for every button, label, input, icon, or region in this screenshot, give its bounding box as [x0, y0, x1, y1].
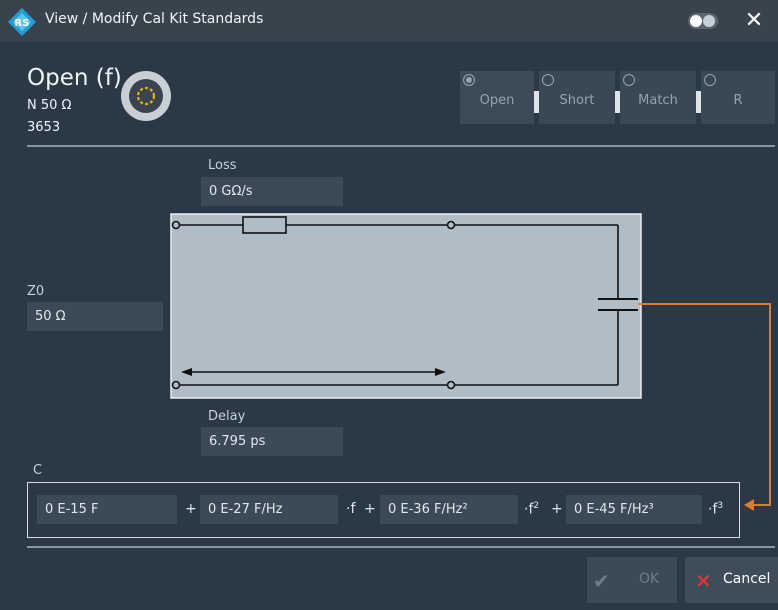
plus-2: + [364, 501, 376, 517]
f-term-1: ·f [346, 501, 356, 517]
f-term-3: ·f3 [708, 501, 724, 518]
divider [27, 546, 775, 548]
c1-input[interactable]: 0 E-27 F/Hz [200, 495, 338, 524]
c-label: C [33, 463, 43, 478]
cancel-label: Cancel [723, 571, 771, 587]
ok-button[interactable]: ✔ OK [587, 557, 677, 603]
cancel-button[interactable]: ✕ Cancel [685, 557, 778, 603]
ok-label: OK [639, 571, 660, 587]
cal-kit-standards-dialog: RS View / Modify Cal Kit Standards ✕ Ope… [0, 0, 778, 610]
cross-icon: ✕ [695, 569, 712, 593]
plus-1: + [185, 501, 197, 517]
f-term-2: ·f2 [524, 501, 540, 518]
delay-label: Delay [208, 409, 246, 424]
delay-input[interactable]: 6.795 ps [201, 427, 343, 456]
plus-3: + [551, 501, 563, 517]
c2-input[interactable]: 0 E-36 F/Hz² [380, 495, 518, 524]
c3-input[interactable]: 0 E-45 F/Hz³ [566, 495, 702, 524]
c0-input[interactable]: 0 E-15 F [37, 495, 177, 524]
checkmark-icon: ✔ [593, 569, 610, 593]
